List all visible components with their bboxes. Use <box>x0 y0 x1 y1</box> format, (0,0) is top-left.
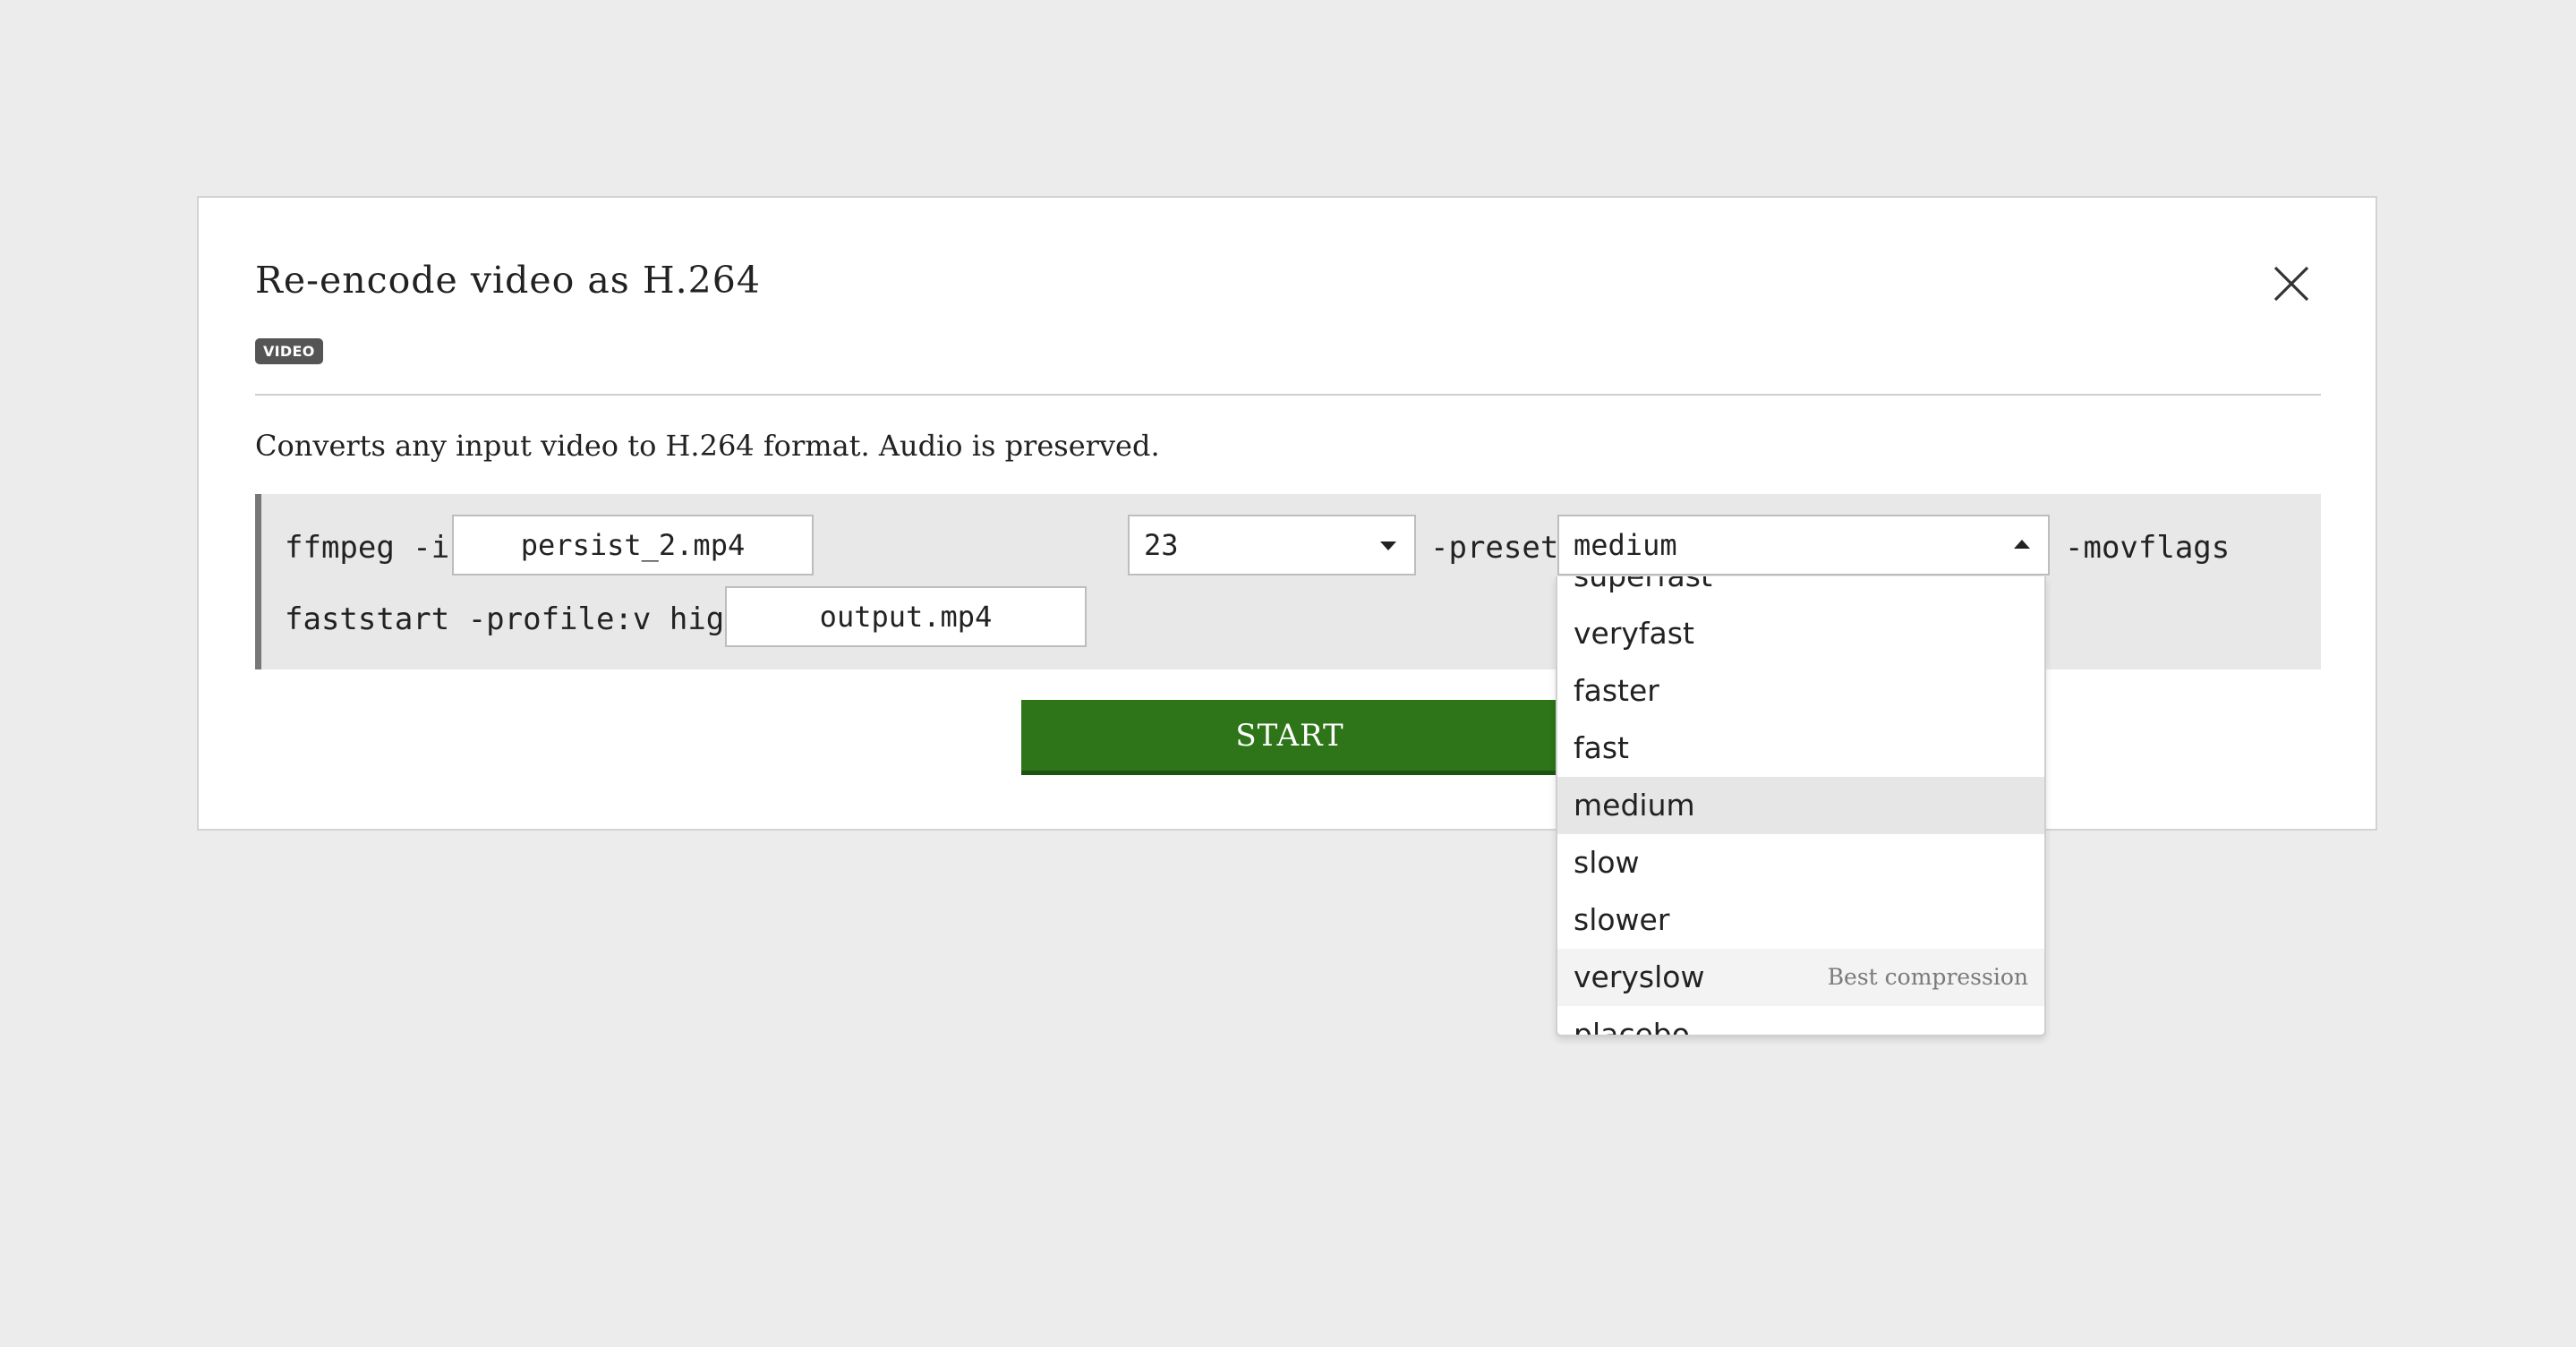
token-ffmpeg: ffmpeg -i <box>285 530 450 566</box>
preset-option-faster[interactable]: faster <box>1557 662 2044 720</box>
crf-select[interactable]: 23 <box>1128 515 1416 575</box>
preset-select[interactable]: medium <box>1557 515 2050 575</box>
category-badge: VIDEO <box>255 338 323 364</box>
preset-option-fast[interactable]: fast <box>1557 720 2044 777</box>
option-hint: Best compression <box>1827 964 2028 990</box>
preset-option-veryslow[interactable]: veryslow Best compression <box>1557 949 2044 1006</box>
close-button[interactable] <box>2272 264 2311 303</box>
dialog-title: Re-encode video as H.264 <box>255 259 761 302</box>
token-movflags: -movflags <box>2065 530 2231 566</box>
preset-option-placebo[interactable]: placebo <box>1557 1006 2044 1035</box>
preset-dropdown-list[interactable]: superfast veryfast faster fast medium sl… <box>1556 576 2046 1036</box>
caret-down-icon <box>1380 541 1396 550</box>
dialog-description: Converts any input video to H.264 format… <box>255 429 1160 463</box>
preset-value: medium <box>1574 528 1677 562</box>
preset-option-veryfast[interactable]: veryfast <box>1557 605 2044 662</box>
token-preset: -preset <box>1430 530 1559 566</box>
reencode-dialog: Re-encode video as H.264 VIDEO Converts … <box>197 196 2377 831</box>
input-file-field[interactable]: persist_2.mp4 <box>452 515 814 575</box>
preset-option-medium[interactable]: medium <box>1557 777 2044 834</box>
preset-option-superfast[interactable]: superfast <box>1557 576 2044 605</box>
close-icon <box>2273 266 2309 302</box>
token-faststart: faststart -profile:v high <box>285 601 743 637</box>
start-button[interactable]: START <box>1021 700 1558 775</box>
crf-value: 23 <box>1144 528 1179 562</box>
output-file-field[interactable]: output.mp4 <box>725 586 1087 647</box>
preset-option-slower[interactable]: slower <box>1557 891 2044 949</box>
caret-up-icon <box>2014 540 2030 549</box>
preset-option-slow[interactable]: slow <box>1557 834 2044 891</box>
divider <box>255 394 2321 396</box>
